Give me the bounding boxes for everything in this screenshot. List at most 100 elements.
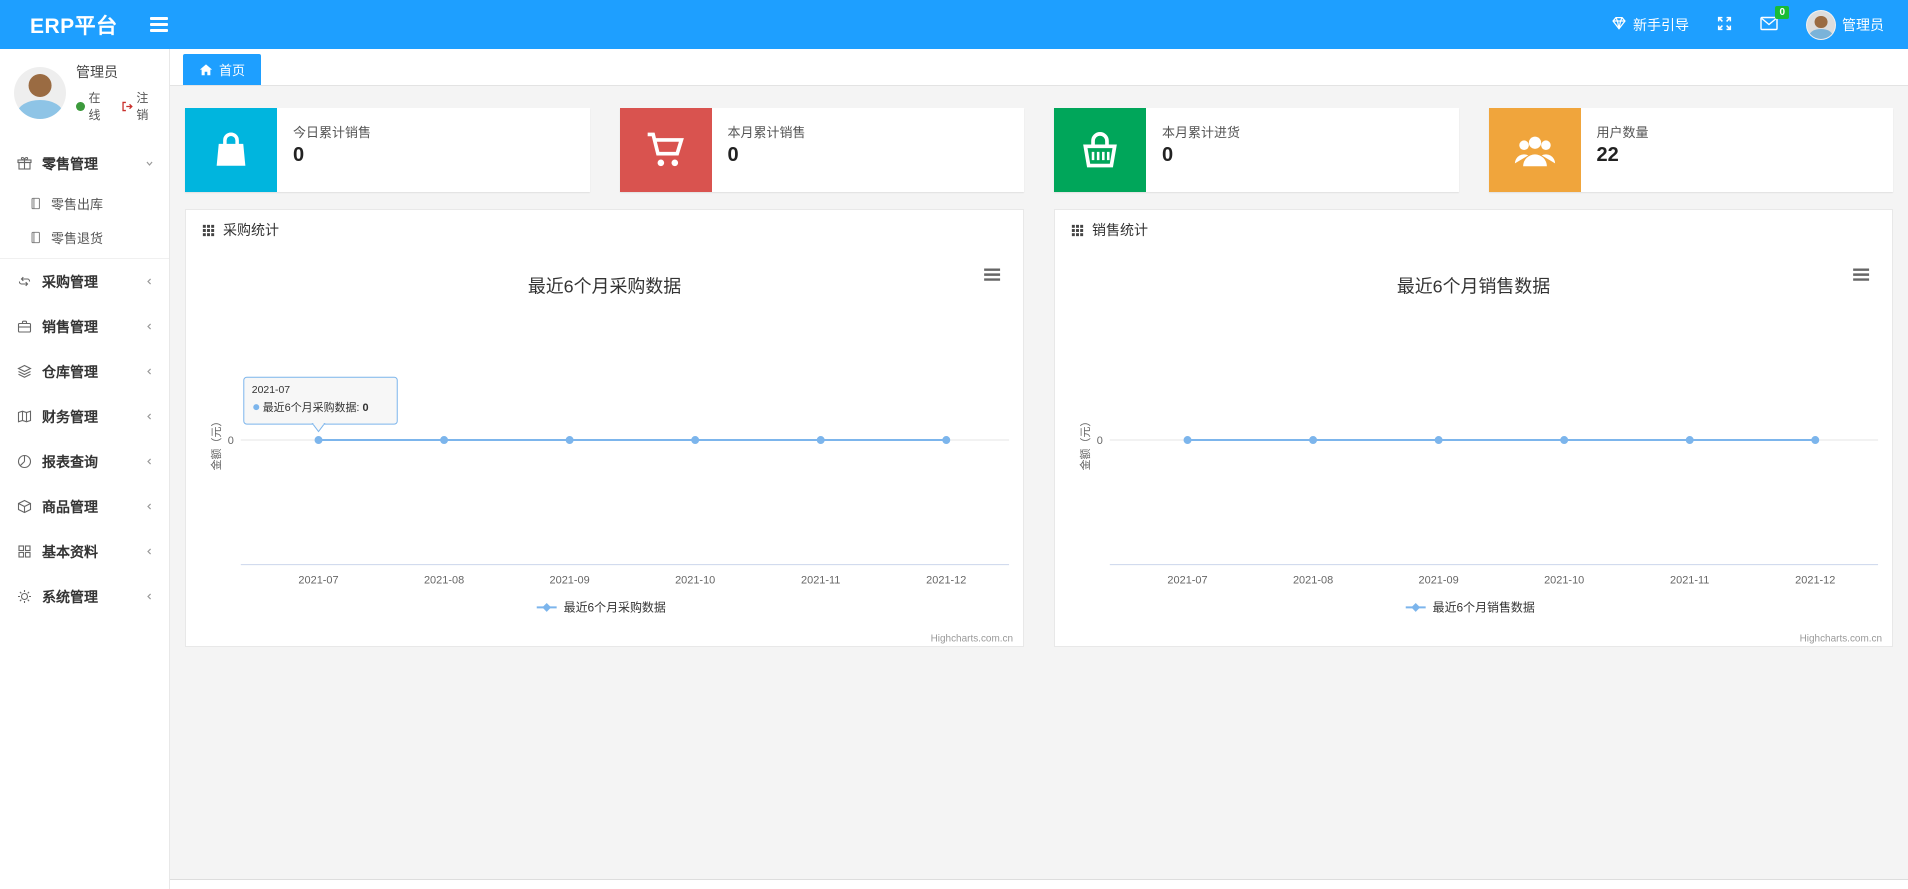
sidebar-item-retail-outbound[interactable]: 零售出库: [0, 186, 169, 220]
book-icon: [16, 409, 32, 424]
panel-purchase-stats: 采购统计 最近6个月采购数据 金额（元） 0 2021-07 2021-08 2021-0…: [185, 209, 1024, 647]
grid-icon: [16, 544, 32, 559]
retail-submenu: 零售出库 零售退货: [0, 186, 169, 259]
data-point[interactable]: [691, 436, 700, 445]
data-point[interactable]: [314, 436, 323, 445]
stat-card-month-sales[interactable]: 本月累计销售 0: [619, 108, 1024, 192]
chart-context-menu-icon[interactable]: [1848, 262, 1875, 289]
sidebar-item-finance[interactable]: 财务管理: [0, 394, 169, 439]
legend-item[interactable]: 最近6个月销售数据: [1405, 599, 1535, 614]
sidebar-item-system[interactable]: 系统管理: [0, 574, 169, 619]
stat-card-user-count[interactable]: 用户数量 22: [1488, 108, 1893, 192]
sidebar-item-basic-data[interactable]: 基本资料: [0, 529, 169, 574]
breadcrumb: 首页: [170, 49, 1908, 86]
top-navbar: ERP平台 新手引导 0 管理员: [0, 0, 1908, 49]
sidebar-item-sales[interactable]: 销售管理: [0, 304, 169, 349]
sidebar-item-reports[interactable]: 报表查询: [0, 439, 169, 484]
panel-title: 销售统计: [1092, 222, 1148, 238]
svg-text:2021-07: 2021-07: [252, 385, 291, 396]
panel-sales-stats: 销售统计 最近6个月销售数据 金额（元） 0 2021-07 2021-08 2021-0…: [1054, 209, 1893, 647]
purchase-chart: 最近6个月采购数据 金额（元） 0 2021-07 2021-08 2021-09 2021…: [186, 250, 1023, 648]
data-point[interactable]: [440, 436, 449, 445]
x-axis-tick: 2021-11: [801, 575, 840, 587]
basket-icon: [1054, 108, 1146, 192]
stat-card-today-sales[interactable]: 今日累计销售 0: [185, 108, 590, 192]
data-point[interactable]: [1309, 436, 1318, 445]
guide-button[interactable]: 新手引导: [1611, 15, 1689, 35]
briefcase-icon: [16, 319, 32, 334]
sidebar-item-warehouse[interactable]: 仓库管理: [0, 349, 169, 394]
fullscreen-icon: [1717, 16, 1732, 34]
logout-icon: [122, 101, 133, 111]
chevron-left-icon: [144, 366, 155, 377]
chart-credit[interactable]: Highcharts.com.cn: [931, 633, 1013, 644]
shopping-bag-icon: [185, 108, 277, 192]
chart-context-menu-icon[interactable]: [979, 262, 1006, 289]
sidebar-item-retail[interactable]: 零售管理: [0, 141, 169, 186]
chevron-left-icon: [144, 456, 155, 467]
chevron-down-icon: [144, 158, 155, 169]
legend-item[interactable]: 最近6个月采购数据: [536, 599, 666, 614]
gift-icon: [16, 156, 32, 171]
user-avatar: [14, 66, 66, 119]
tab-home[interactable]: 首页: [183, 54, 262, 85]
user-panel: 管理员 在线 注销: [0, 49, 169, 135]
sidebar-item-purchase[interactable]: 采购管理: [0, 259, 169, 304]
line-chart-svg: 最近6个月采购数据金额（元） 02021-07 2021-08 2021-09 2021…: [209, 262, 1013, 644]
data-point[interactable]: [816, 436, 825, 445]
stat-cards: 今日累计销售 0 本月累计销售 0 本月累计进货 0 用户数量 22: [185, 108, 1893, 192]
y-axis-tick: 0: [228, 435, 234, 447]
svg-text:最近6个月采购数据: 0: 最近6个月采购数据: 0: [263, 400, 369, 414]
x-axis-tick: 2021-08: [424, 575, 464, 587]
chevron-left-icon: [144, 501, 155, 512]
data-point[interactable]: [1685, 436, 1694, 445]
chevron-left-icon: [144, 591, 155, 602]
chevron-left-icon: [144, 321, 155, 332]
stat-value: 22: [1596, 144, 1619, 166]
data-point[interactable]: [1183, 436, 1192, 445]
x-axis-tick: 2021-08: [1293, 575, 1333, 587]
chart-credit[interactable]: Highcharts.com.cn: [1800, 633, 1882, 644]
stat-card-month-purchase[interactable]: 本月累计进货 0: [1054, 108, 1459, 192]
sidebar-menu: 零售管理 零售出库 零售退货 采购管理 销售管理 仓库管理 财务管理 报表查询 …: [0, 141, 169, 619]
chevron-left-icon: [144, 411, 155, 422]
svg-text:最近6个月采购数据: 最近6个月采购数据: [564, 599, 666, 614]
data-point[interactable]: [565, 436, 574, 445]
gem-icon: [1611, 15, 1627, 34]
data-point[interactable]: [942, 436, 951, 445]
avatar: [1806, 9, 1836, 40]
messages-button[interactable]: 0: [1760, 6, 1789, 34]
pie-chart-icon: [16, 454, 32, 469]
layers-icon: [16, 364, 32, 379]
x-axis-tick: 2021-11: [1670, 575, 1709, 587]
data-point[interactable]: [1560, 436, 1569, 445]
cube-icon: [16, 499, 32, 514]
sidebar-toggle-icon[interactable]: [149, 17, 168, 32]
user-menu[interactable]: 管理员: [1806, 9, 1884, 40]
svg-text:最近6个月销售数据: 最近6个月销售数据: [1433, 599, 1535, 614]
online-status-dot: [76, 101, 85, 111]
y-axis-title: 金额（元）: [209, 416, 223, 471]
data-point[interactable]: [1811, 436, 1820, 445]
chevron-left-icon: [144, 546, 155, 557]
data-point[interactable]: [1434, 436, 1443, 445]
sidebar-item-retail-return[interactable]: 零售退货: [0, 220, 169, 254]
fullscreen-button[interactable]: [1717, 16, 1732, 34]
sidebar-item-products[interactable]: 商品管理: [0, 484, 169, 529]
x-axis-tick: 2021-10: [1544, 575, 1584, 587]
th-grid-icon: [202, 224, 215, 236]
x-axis-tick: 2021-07: [298, 575, 338, 587]
th-grid-icon: [1071, 224, 1084, 236]
y-axis-tick: 0: [1097, 435, 1103, 447]
file-icon: [28, 197, 42, 210]
x-axis-tick: 2021-09: [1419, 575, 1459, 587]
stat-value: 0: [1162, 144, 1174, 166]
stat-value: 0: [293, 144, 305, 166]
panel-title: 采购统计: [223, 222, 279, 238]
sidebar: 管理员 在线 注销 零售管理 零售出库 零售退货 采购管理 销售管理 仓库管理 …: [0, 49, 170, 889]
logout-link[interactable]: 注销: [121, 89, 159, 123]
cart-icon: [619, 108, 712, 192]
sales-chart: 最近6个月销售数据 金额（元） 0 2021-07 2021-08 2021-09 2021…: [1055, 250, 1892, 648]
chart-tooltip: 2021-07 最近6个月采购数据: 0: [243, 376, 398, 433]
mail-badge: 0: [1775, 6, 1789, 19]
